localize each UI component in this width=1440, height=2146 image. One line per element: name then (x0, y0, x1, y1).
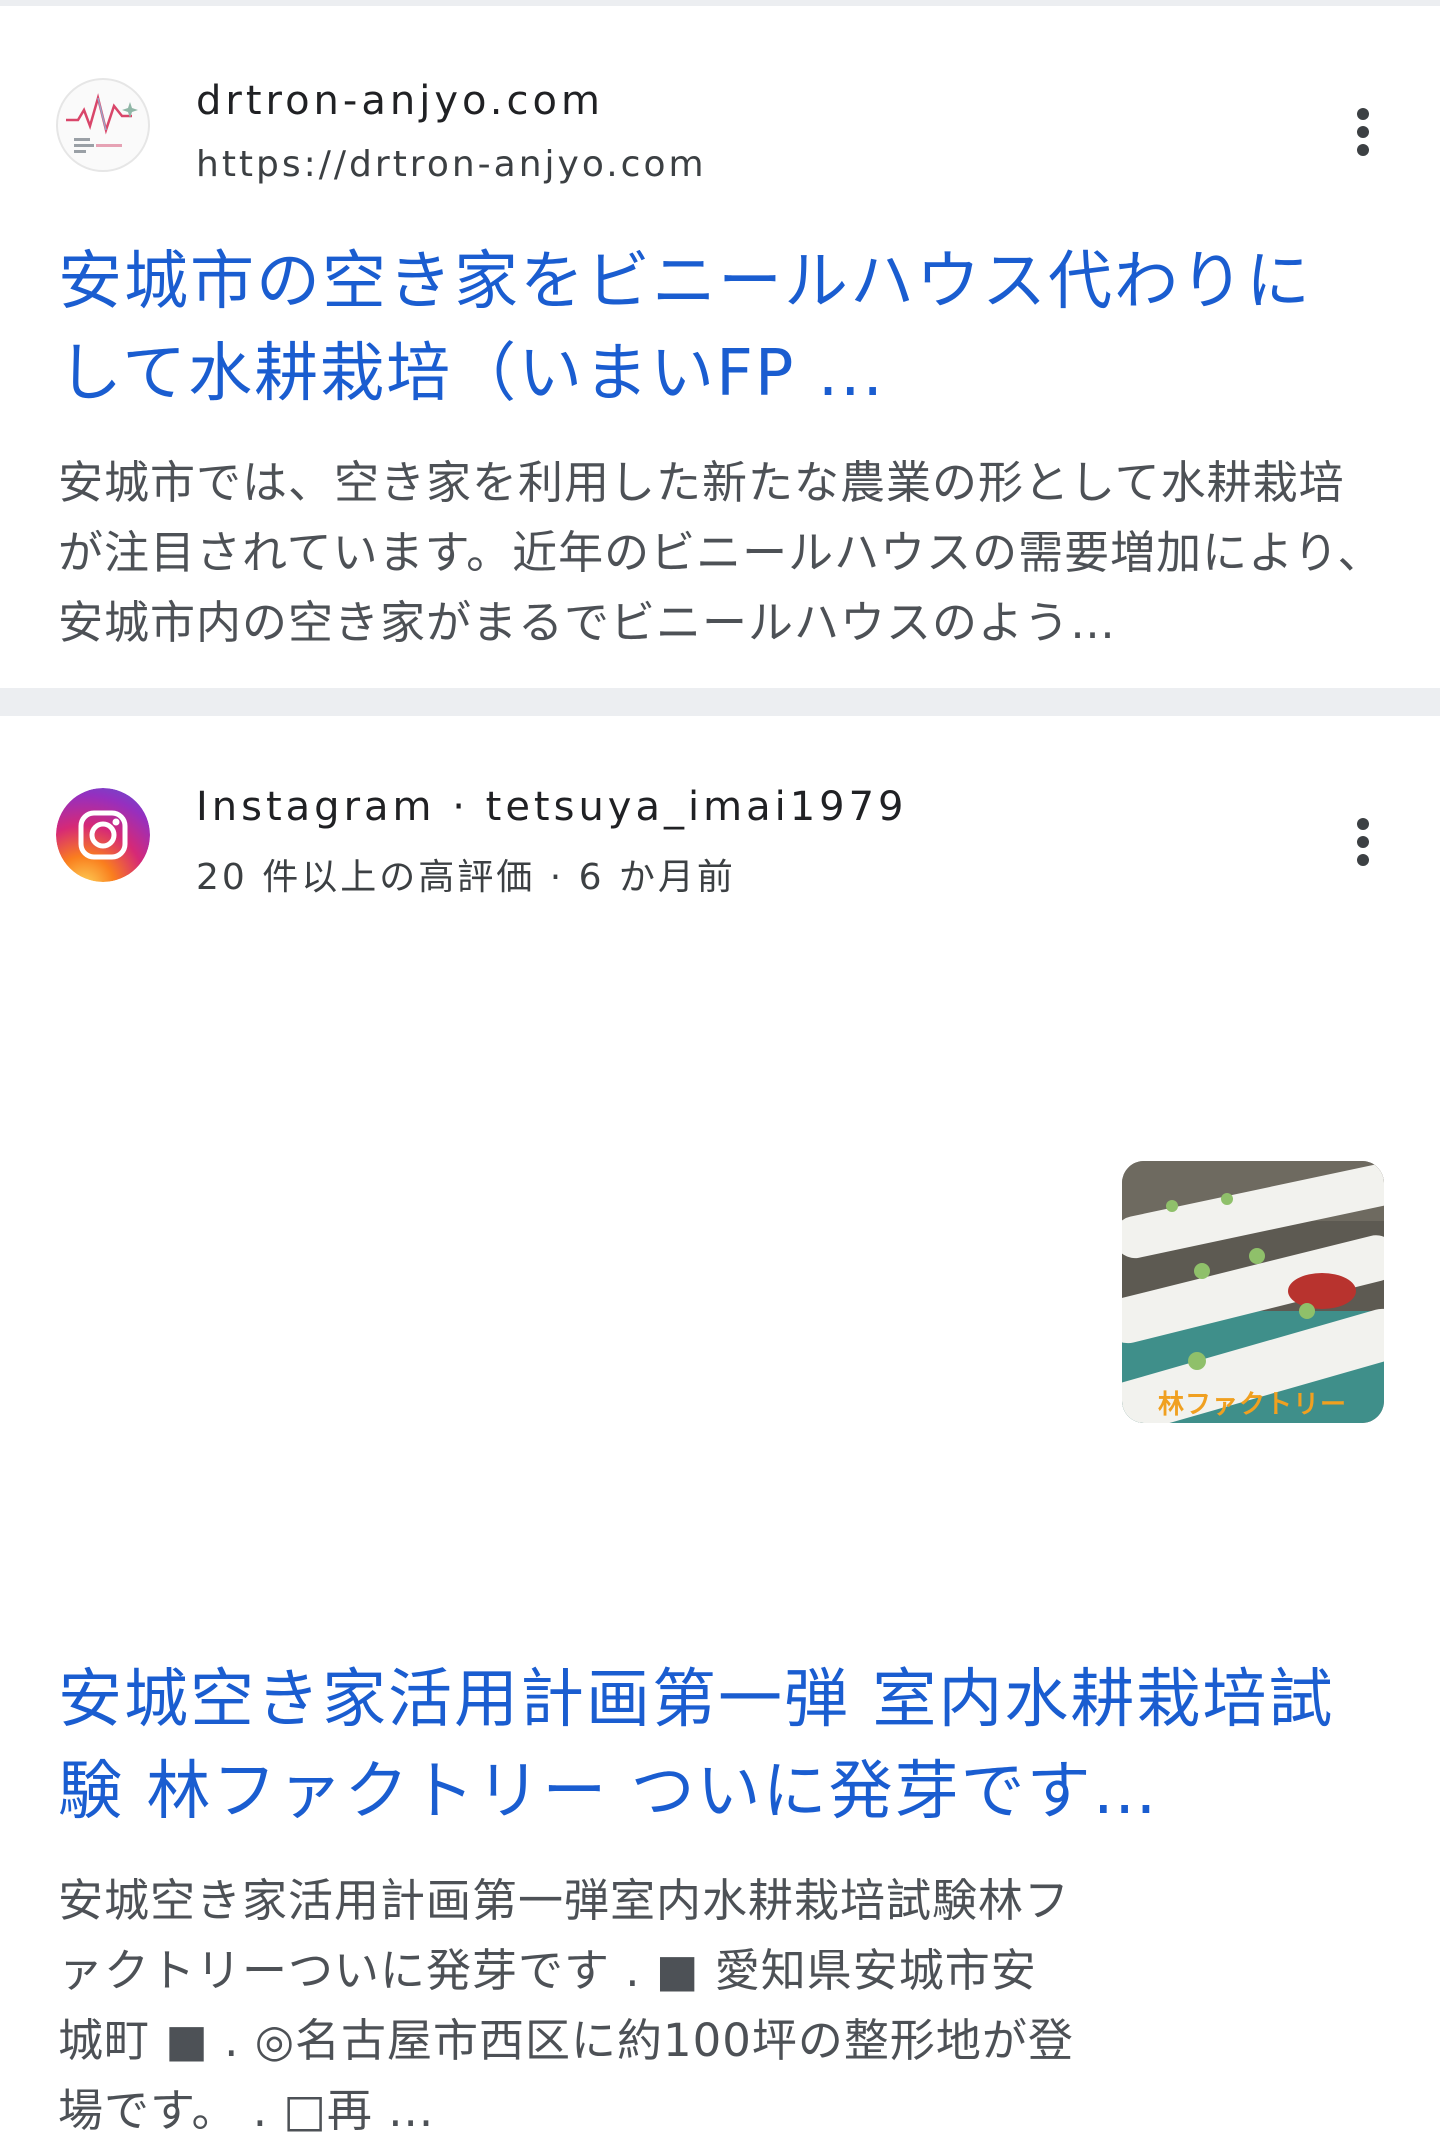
site-name[interactable]: drtron-anjyo.com (196, 78, 604, 124)
thumbnail-caption: 林ファクトリー (1158, 1390, 1348, 1420)
result-title-link[interactable]: 安城空き家活用計画第一弾 室内水耕栽培試験 林ファクトリー ついに発芽です… (58, 1654, 1368, 1838)
result-thumbnail[interactable]: 林ファクトリー (1122, 1161, 1384, 1423)
site-name[interactable]: Instagram · tetsuya_imai1979 (196, 784, 908, 830)
result-snippet: 安城市では、空き家を利用した新たな農業の形として水耕栽培が注目されています。近年… (58, 456, 1384, 649)
search-result-1: drtron-anjyo.com https://drtron-anjyo.co… (0, 6, 1440, 688)
site-url[interactable]: https://drtron-anjyo.com (196, 144, 707, 185)
drtron-logo-icon[interactable] (56, 78, 150, 172)
more-options-icon[interactable] (1342, 812, 1384, 872)
result-meta: 20 件以上の高評価 · 6 か月前 (196, 857, 736, 898)
instagram-icon[interactable] (56, 788, 150, 882)
more-options-icon[interactable] (1342, 102, 1384, 162)
result-snippet: 安城空き家活用計画第一弾室内水耕栽培試験林ファクトリーついに発芽です . ■ 愛… (58, 1874, 1074, 2137)
result-separator (0, 688, 1440, 716)
result-title-link[interactable]: 安城市の空き家をビニールハウス代わりにして水耕栽培（いまいFP ... (58, 236, 1348, 420)
